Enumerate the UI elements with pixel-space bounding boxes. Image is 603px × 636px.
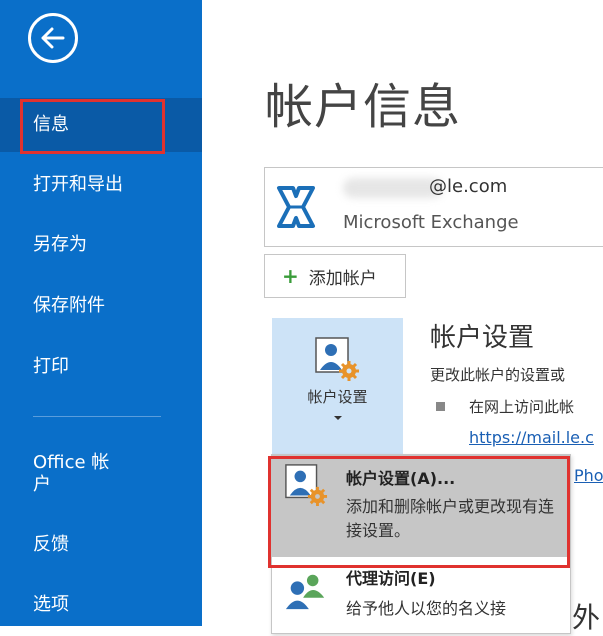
sidebar-item-label: 保存附件 — [33, 295, 105, 316]
add-account-label: 添加帐户 — [308, 268, 377, 289]
sidebar-item-label: 另存为 — [33, 234, 87, 255]
sidebar-item-print[interactable]: 打印 — [0, 356, 202, 378]
sidebar-item-save-as[interactable]: 另存为 — [0, 234, 202, 256]
sidebar: 信息 打开和导出 另存为 保存附件 打印 Office 帐户 反馈 选项 — [0, 0, 202, 626]
page-title: 帐户信息 — [265, 79, 462, 135]
phone-link[interactable]: Pho — [574, 466, 603, 485]
sidebar-item-label: Office 帐户 — [33, 452, 110, 495]
menu-item-delegate-access[interactable]: 代理访问(E) 给予他人以您的名义接 — [272, 557, 570, 633]
sidebar-item-label: 打印 — [33, 356, 69, 377]
add-account-button[interactable]: + 添加帐户 — [264, 254, 406, 298]
back-arrow-icon — [41, 27, 65, 49]
exchange-logo-icon — [273, 182, 319, 232]
sidebar-item-save-attachments[interactable]: 保存附件 — [0, 295, 202, 317]
delegate-users-icon — [285, 574, 325, 610]
sidebar-item-label: 反馈 — [33, 534, 69, 555]
account-settings-tile-button[interactable]: 帐户设置 — [272, 318, 403, 454]
account-settings-icon — [315, 337, 359, 381]
sidebar-item-label: 选项 — [33, 594, 69, 615]
chevron-down-icon — [334, 416, 342, 420]
sidebar-item-label: 打开和导出 — [33, 174, 123, 195]
menu-item-title: 代理访问(E) — [346, 569, 436, 588]
highlight-box-menu — [268, 456, 570, 568]
highlight-box-info — [20, 99, 165, 154]
web-access-link[interactable]: https://mail.le.c — [469, 428, 594, 447]
account-settings-heading: 帐户设置 — [430, 323, 535, 353]
sidebar-divider — [33, 416, 161, 417]
redacted-email — [343, 178, 443, 198]
account-settings-description: 更改此帐户的设置或 — [430, 366, 566, 384]
account-email: @le.com — [429, 176, 508, 197]
account-type: Microsoft Exchange — [343, 212, 519, 233]
back-button[interactable] — [28, 13, 78, 63]
web-access-text: 在网上访问此帐 — [469, 398, 575, 416]
partial-heading: 外 — [572, 601, 601, 634]
menu-item-description: 给予他人以您的名义接 — [346, 599, 507, 618]
plus-icon: + — [282, 264, 299, 288]
sidebar-item-office-account[interactable]: Office 帐户 — [0, 452, 202, 496]
bullet-icon — [436, 402, 445, 411]
account-selector[interactable]: @le.com Microsoft Exchange — [264, 167, 603, 247]
sidebar-item-options[interactable]: 选项 — [0, 594, 202, 616]
account-settings-tile-label: 帐户设置 — [307, 388, 368, 406]
sidebar-item-feedback[interactable]: 反馈 — [0, 534, 202, 556]
sidebar-item-open-export[interactable]: 打开和导出 — [0, 174, 202, 196]
